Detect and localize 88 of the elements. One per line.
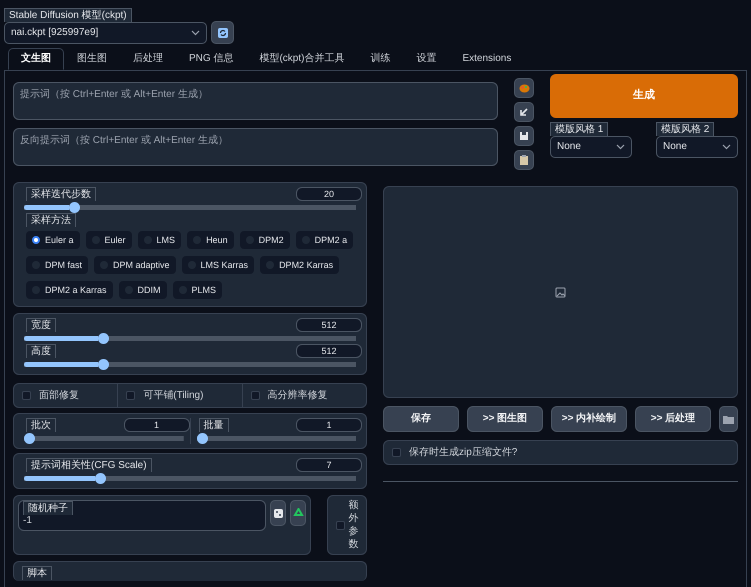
slider-label: 提示词相关性(CFG Scale) [26,458,152,472]
radio-option[interactable]: DPM2 a Karras [26,281,113,299]
tab[interactable]: PNG 信息 [176,48,246,70]
radio-option[interactable]: DDIM [118,281,167,299]
tab[interactable]: 后处理 [120,48,176,70]
slider-thumb[interactable] [98,333,109,344]
recycle-button[interactable] [290,500,306,526]
slider-label: 高度 [26,344,56,358]
number-field[interactable]: 1 [124,418,190,432]
radio-option[interactable]: Heun [187,231,234,249]
slider-thumb[interactable] [98,359,109,370]
group-label: 采样方法 [26,213,76,227]
checkbox-label: 保存时生成zip压缩文件? [409,446,518,458]
output-button[interactable]: >> 内补绘制 [551,406,627,432]
output-button[interactable]: >> 图生图 [467,406,543,432]
radio-option[interactable]: LMS Karras [182,256,254,274]
slider-thumb[interactable] [68,202,80,213]
checkbox[interactable] [250,391,260,400]
number-field[interactable]: 512 [296,318,362,332]
number-field[interactable]: 1 [296,418,362,432]
tab[interactable]: 图生图 [64,48,120,70]
seed-value: -1 [23,515,32,526]
slider-label: 批次 [26,418,56,432]
slider-fill [24,205,69,210]
palette-button[interactable] [514,78,534,98]
dropdown[interactable]: None [550,136,632,158]
refresh-icon [216,26,228,38]
output-button[interactable]: 保存 [383,406,459,432]
dice-icon [272,508,284,518]
image-icon [555,286,566,298]
slider-track[interactable] [196,433,356,444]
tab[interactable]: 设置 [403,48,450,70]
save-style-button[interactable] [514,126,534,146]
arrow-button[interactable] [514,102,534,122]
radio-option[interactable]: PLMS [172,281,222,299]
field-label: 模版风格 2 [656,122,714,136]
tab[interactable]: Extensions [449,48,524,70]
tab[interactable]: 模型(ckpt)合并工具 [246,48,358,70]
prompt-field[interactable]: 提示词（按 Ctrl+Enter 或 Alt+Enter 生成） [13,82,498,120]
field-label: 随机种子 [23,501,73,515]
palette-icon [518,84,530,92]
radio-option[interactable]: LMS [138,231,182,249]
checkbox-label: 可平铺(Tiling) [143,390,204,402]
slider-label: 宽度 [26,318,56,332]
chevron-icon [722,144,731,150]
radio-option[interactable]: DPM adaptive [94,256,176,274]
field-label: 模版风格 1 [550,122,608,136]
slider-label: 批量 [198,418,228,432]
output-button[interactable]: >> 后处理 [635,406,711,432]
number-field[interactable]: 20 [296,187,362,201]
chevron-icon [616,144,625,150]
number-field[interactable]: 7 [296,458,362,472]
checkbox-label: 额外参数 [348,499,358,551]
slider-fill [24,476,95,481]
slider-thumb[interactable] [24,433,35,444]
radio-option[interactable]: Euler [86,231,132,249]
checkbox-label: 高分辨率修复 [268,390,328,402]
seed-field[interactable]: 随机种子 -1 [18,500,266,531]
number-field[interactable]: 512 [296,344,362,358]
checkbox-label: 面部修复 [39,390,79,402]
radio-option[interactable]: DPM2 Karras [260,256,340,274]
slider-label: 采样迭代步数 [26,187,96,201]
radio-option[interactable]: DPM2 a [296,231,354,249]
dropdown[interactable]: nai.ckpt [925997e9] [4,22,207,44]
chevron-icon [191,30,200,36]
folder-icon [723,414,734,424]
radio-option[interactable]: DPM2 [240,231,290,249]
dice-button[interactable] [270,500,286,526]
slider-thumb[interactable] [94,473,106,484]
radio-option[interactable]: DPM fast [26,256,88,274]
negative-prompt-field[interactable]: 反向提示词（按 Ctrl+Enter 或 Alt+Enter 生成） [13,128,498,166]
tab[interactable]: 文生图 [8,48,64,70]
field-label: Stable Diffusion 模型(ckpt) [4,8,132,22]
checkbox[interactable] [22,391,31,400]
slider-thumb[interactable] [196,433,208,444]
folder-button[interactable] [719,406,738,432]
checkbox[interactable] [126,391,136,400]
checkbox[interactable] [392,448,401,457]
field-label: 脚本 [22,566,52,580]
dropdown[interactable]: None [656,136,738,158]
arrow-icon [519,107,529,117]
clipboard-button[interactable] [514,150,534,170]
tab[interactable]: 训练 [357,48,404,70]
refresh-button[interactable] [211,21,234,44]
radio-option[interactable]: Euler a [26,231,80,249]
slider-track[interactable] [24,433,184,444]
clipboard-icon [519,154,529,166]
checkbox[interactable] [336,520,344,530]
